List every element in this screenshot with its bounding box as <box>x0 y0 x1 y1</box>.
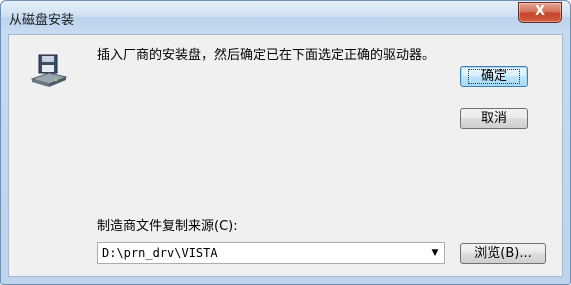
browse-button[interactable]: 浏览(B)... <box>460 243 546 264</box>
title-bar[interactable]: 从磁盘安装 X <box>1 1 570 33</box>
cancel-button[interactable]: 取消 <box>460 108 528 129</box>
install-from-disk-dialog: 从磁盘安装 X 插入厂商的安装盘，然后确定已在下面选定正确的驱动器。 确定 取消… <box>0 0 571 285</box>
floppy-disk-drive-icon <box>30 54 68 87</box>
chevron-down-icon[interactable]: ▼ <box>426 243 444 263</box>
ok-button[interactable]: 确定 <box>460 66 528 87</box>
dialog-body: 插入厂商的安装盘，然后确定已在下面选定正确的驱动器。 确定 取消 制造商文件复制… <box>8 34 563 277</box>
instruction-text: 插入厂商的安装盘，然后确定已在下面选定正确的驱动器。 <box>97 48 436 63</box>
copy-source-value: D:\prn_drv\VISTA <box>102 246 218 260</box>
cancel-button-label: 取消 <box>480 111 507 126</box>
close-button[interactable]: X <box>518 2 562 23</box>
copy-source-label: 制造商文件复制来源(C): <box>97 219 238 234</box>
copy-source-combobox[interactable]: D:\prn_drv\VISTA ▼ <box>97 242 445 264</box>
close-icon: X <box>534 4 546 19</box>
ok-button-label: 确定 <box>467 69 520 84</box>
window-title: 从磁盘安装 <box>9 13 75 28</box>
browse-button-label: 浏览(B)... <box>474 246 532 261</box>
